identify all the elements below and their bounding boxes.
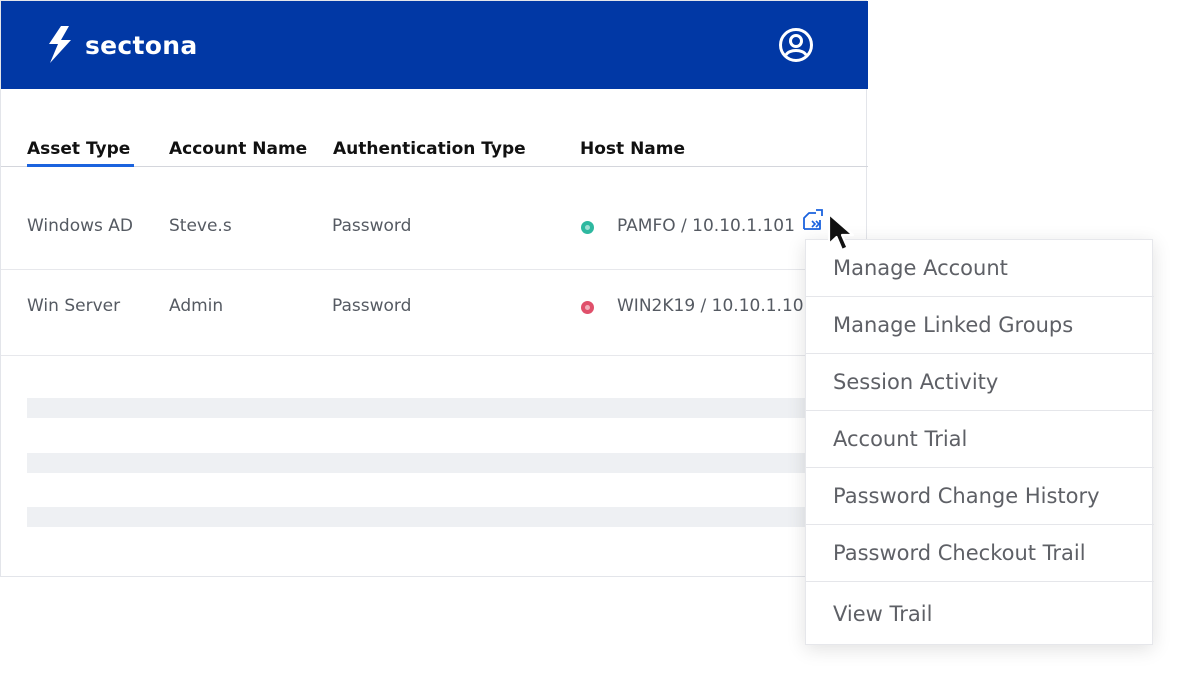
account-name-cell: Steve.s — [169, 216, 232, 236]
loading-placeholder-row — [27, 398, 807, 418]
table-header: Asset Type Account Name Authentication T… — [1, 139, 868, 167]
menu-item-view-trail[interactable]: View Trail — [806, 586, 1154, 642]
table-row[interactable]: Win Server Admin Password WIN2K19 / 10.1… — [1, 270, 868, 356]
brand-name: sectona — [85, 30, 198, 60]
accounts-panel: sectona Asset Type Account Name Authenti… — [0, 0, 868, 577]
table-row[interactable]: Windows AD Steve.s Password PAMFO / 10.1… — [1, 168, 868, 270]
asset-type-cell: Windows AD — [27, 216, 134, 236]
menu-item-session-activity[interactable]: Session Activity — [806, 354, 1154, 411]
auth-type-cell: Password — [332, 216, 412, 236]
menu-item-password-change-history[interactable]: Password Change History — [806, 468, 1154, 525]
column-host-name[interactable]: Host Name — [580, 139, 685, 159]
open-menu-icon[interactable] — [802, 209, 826, 231]
mouse-pointer-icon — [827, 212, 855, 252]
brand-logo[interactable]: sectona — [45, 25, 198, 65]
user-profile-button[interactable] — [778, 27, 814, 63]
app-header: sectona — [1, 1, 868, 89]
loading-placeholder-row — [27, 453, 807, 473]
host-name-cell: PAMFO / 10.10.1.101 — [617, 216, 795, 236]
account-name-cell: Admin — [169, 296, 224, 316]
loading-placeholder-row — [27, 507, 807, 527]
status-online-dot — [581, 221, 594, 234]
column-asset-type[interactable]: Asset Type — [27, 139, 135, 167]
menu-item-password-checkout-trail[interactable]: Password Checkout Trail — [806, 525, 1154, 582]
status-offline-dot — [581, 301, 594, 314]
column-account-name[interactable]: Account Name — [169, 139, 307, 159]
menu-item-manage-linked-groups[interactable]: Manage Linked Groups — [806, 297, 1154, 354]
user-circle-icon — [779, 28, 813, 62]
asset-type-cell: Win Server — [27, 296, 121, 316]
host-name-cell: WIN2K19 / 10.10.1.101 — [617, 296, 815, 316]
lightning-logo-icon — [49, 26, 71, 63]
account-actions-menu: Manage Account Manage Linked Groups Sess… — [805, 239, 1154, 645]
auth-type-cell: Password — [332, 296, 412, 316]
column-authentication-type[interactable]: Authentication Type — [333, 139, 526, 159]
menu-item-account-trial[interactable]: Account Trial — [806, 411, 1154, 468]
